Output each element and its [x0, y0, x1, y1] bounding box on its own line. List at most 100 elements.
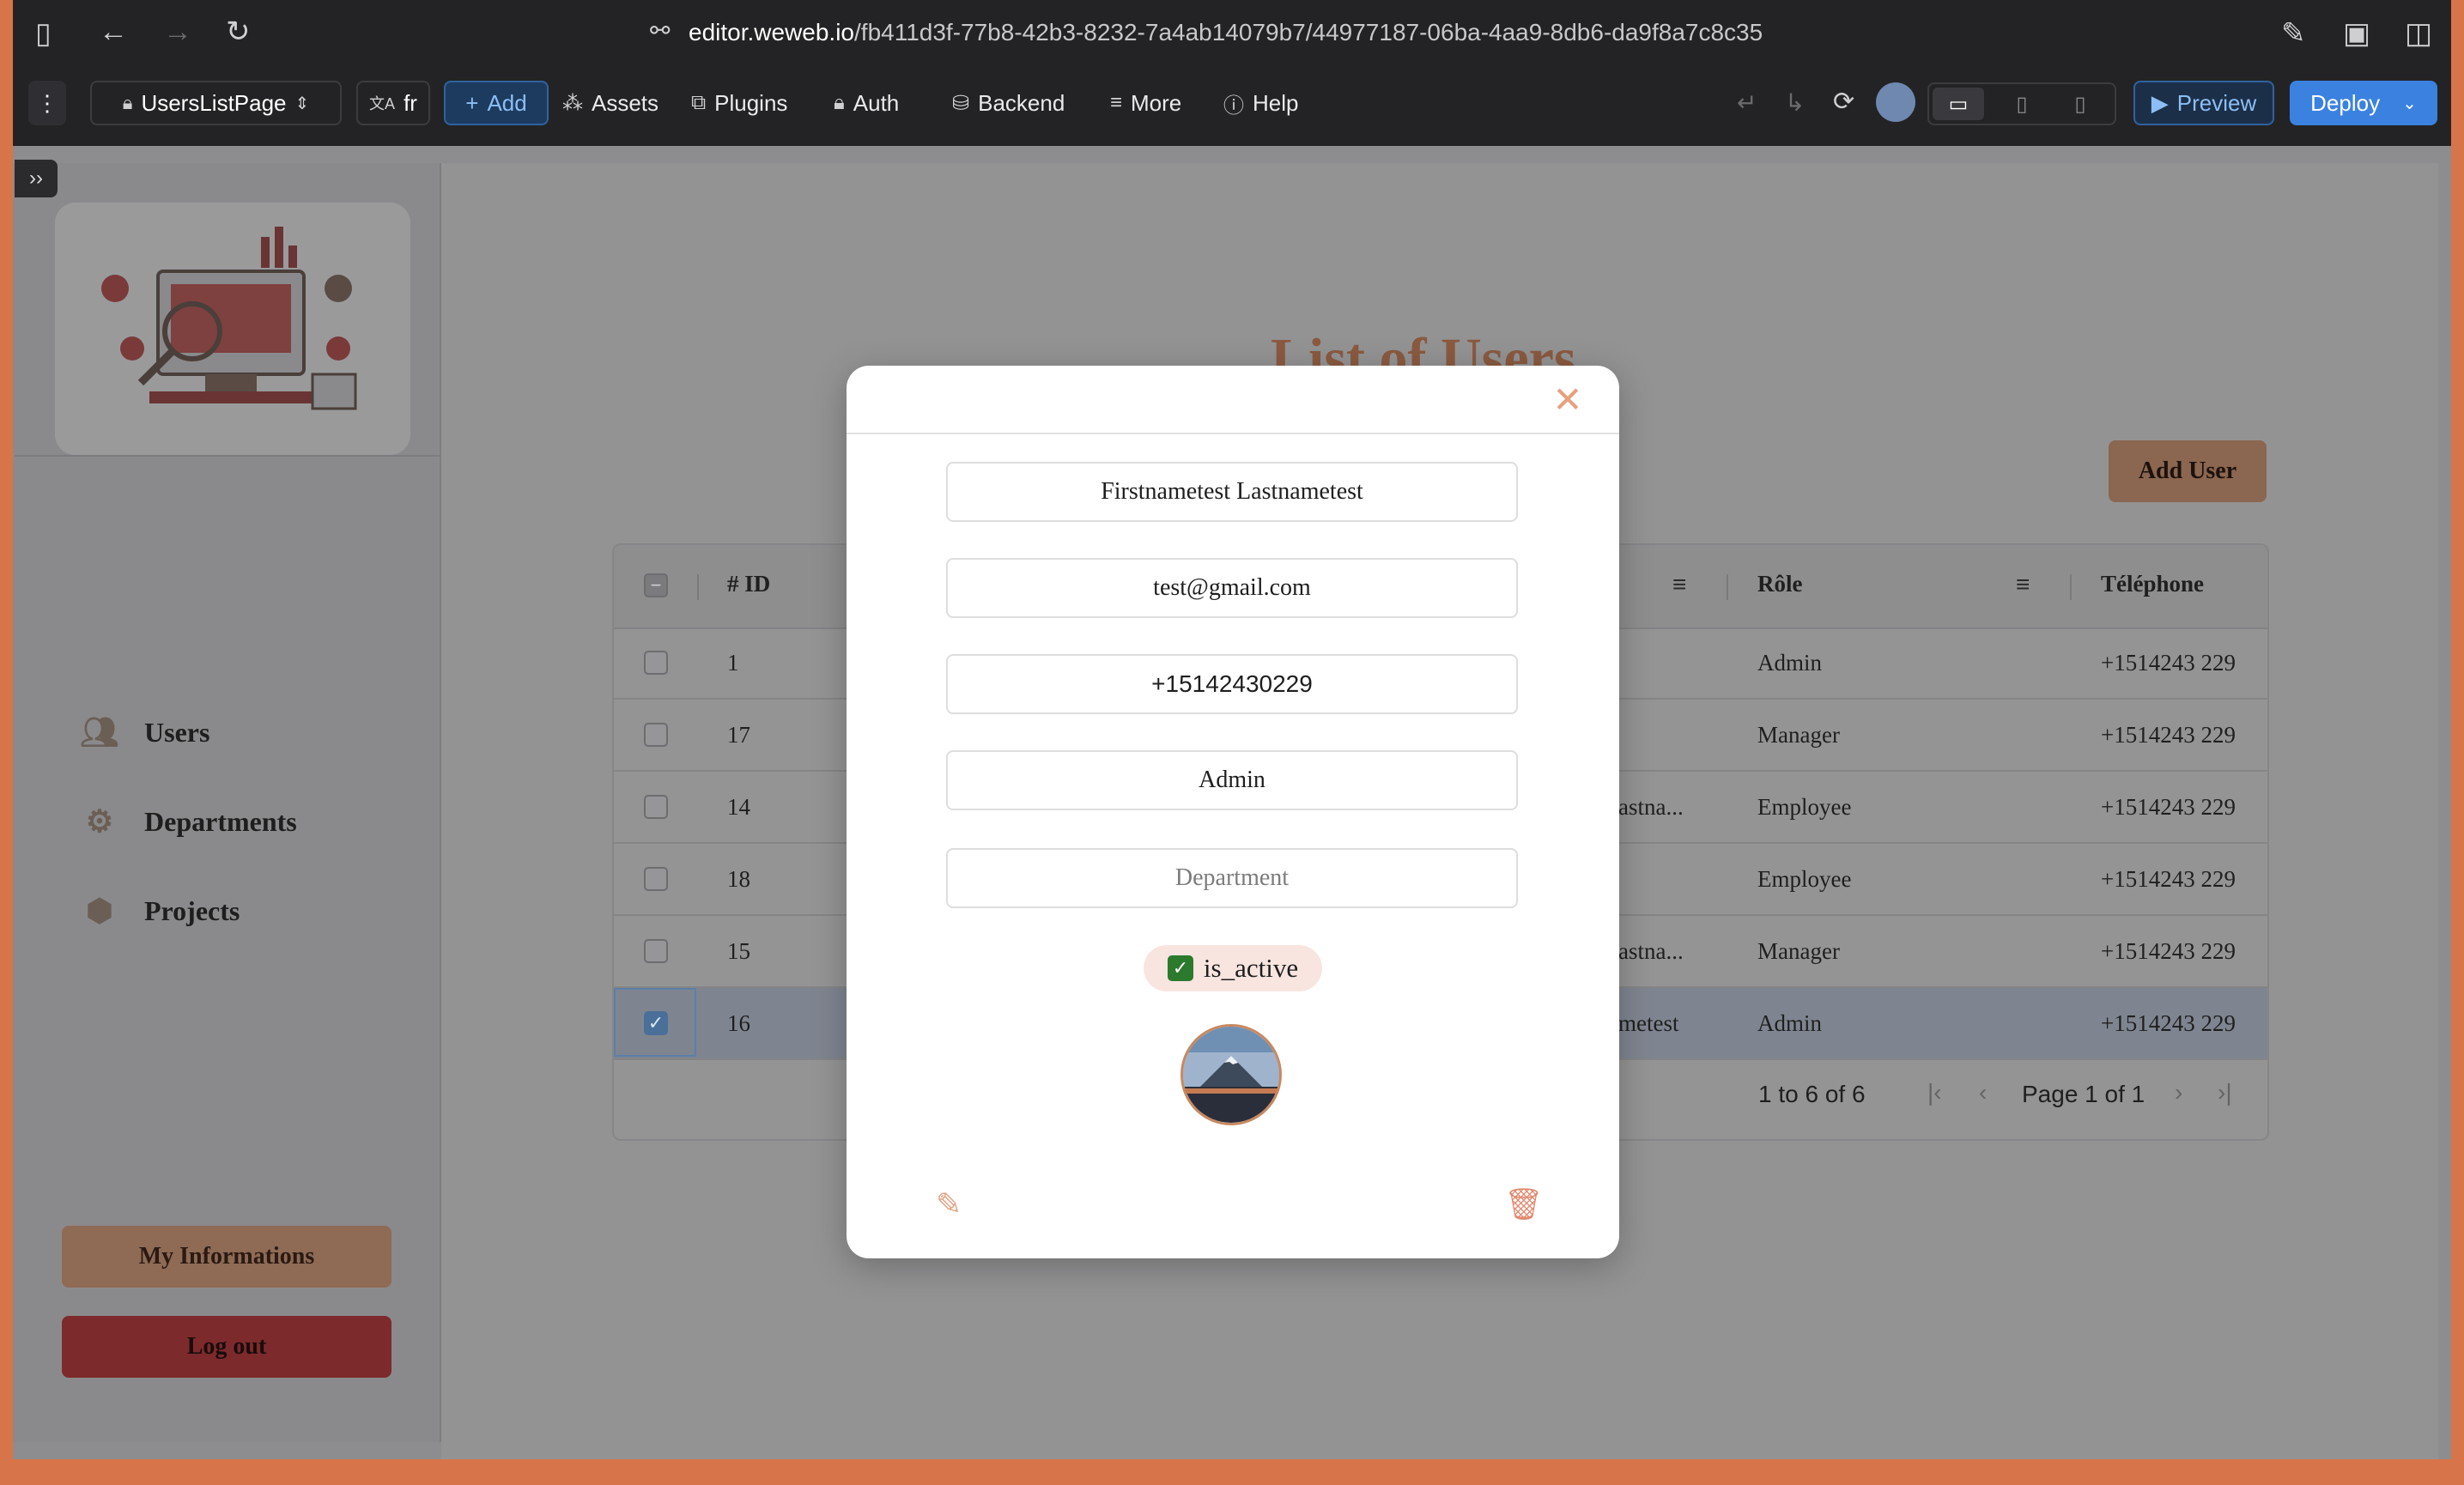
- plugin-icon: ⧉: [691, 91, 707, 114]
- url-text[interactable]: editor.weweb.io/fb411d3f-77b8-42b3-8232-…: [689, 19, 1763, 46]
- redo-icon[interactable]: ↳: [1785, 91, 1805, 115]
- column-header-id[interactable]: # ID: [727, 571, 770, 597]
- row-checkbox[interactable]: [644, 939, 668, 963]
- cell-id: 1: [727, 650, 739, 676]
- database-icon: ⛁: [952, 91, 970, 115]
- assets-label: Assets: [592, 89, 659, 116]
- select-all-checkbox[interactable]: −: [644, 573, 668, 597]
- preview-button[interactable]: ▶ Preview: [2133, 81, 2274, 125]
- app-logo: [55, 203, 410, 455]
- add-user-button[interactable]: Add User: [2109, 440, 2267, 502]
- browser-chrome: ▯ ← → ↻ ⚯ editor.weweb.io/fb411d3f-77b8-…: [13, 0, 2451, 146]
- sidebar-toggle-icon[interactable]: ▯: [35, 19, 52, 48]
- play-icon: ▶: [2151, 89, 2169, 116]
- first-page-icon[interactable]: |‹: [1927, 1079, 1942, 1106]
- modal-header: ✕: [847, 366, 1619, 434]
- add-button[interactable]: + Add: [444, 81, 549, 125]
- help-button[interactable]: ⓘ Help: [1223, 84, 1298, 122]
- undo-icon[interactable]: ↵: [1737, 91, 1757, 115]
- chevron-down-icon[interactable]: ⌄: [2402, 93, 2417, 114]
- email-value: test@gmail.com: [1153, 574, 1311, 601]
- logout-button[interactable]: Log out: [62, 1316, 391, 1378]
- column-header-role[interactable]: Rôle: [1757, 571, 1802, 597]
- cell-role: Manager: [1757, 938, 1840, 964]
- filter-icon[interactable]: ≡: [2016, 571, 2030, 598]
- add-label: Add: [487, 89, 527, 116]
- edit-icon[interactable]: ✎: [936, 1186, 962, 1222]
- users-icon: 👥︎: [80, 715, 119, 749]
- help-icon: ⓘ: [1223, 94, 1244, 118]
- phone-field[interactable]: +15142430229: [946, 654, 1518, 714]
- preview-label: Preview: [2176, 89, 2257, 116]
- back-icon[interactable]: ←: [99, 17, 128, 46]
- expand-panel-icon[interactable]: ››: [15, 160, 58, 197]
- role-field[interactable]: Admin: [946, 750, 1518, 810]
- sidebar-item-projects[interactable]: ⬢ Projects: [76, 893, 240, 929]
- cell-phone: +1514243 229: [2101, 1010, 2236, 1036]
- assets-button[interactable]: ⁂ Assets: [562, 84, 658, 122]
- split-view-icon[interactable]: ◫: [2405, 19, 2432, 48]
- prev-page-icon[interactable]: ‹: [1979, 1079, 1987, 1106]
- tablet-icon[interactable]: ▯: [1996, 88, 2048, 120]
- deploy-button[interactable]: Deploy ⌄: [2290, 81, 2437, 125]
- cell-phone: +1514243 229: [2101, 794, 2236, 820]
- more-button[interactable]: ≡ More: [1110, 84, 1181, 122]
- auth-label: Auth: [853, 89, 900, 116]
- trash-icon[interactable]: 🗑︎: [1504, 1186, 1544, 1222]
- link-icon: ⚯: [650, 17, 671, 44]
- sidebar-item-users[interactable]: 👥︎ Users: [76, 714, 209, 750]
- cell-phone: +1514243 229: [2101, 866, 2236, 892]
- column-header-phone[interactable]: Téléphone: [2101, 571, 2204, 597]
- eyedropper-icon[interactable]: ✎: [2281, 19, 2306, 48]
- desktop-icon[interactable]: ▭: [1933, 88, 1984, 120]
- row-checkbox[interactable]: [644, 651, 668, 675]
- department-field[interactable]: Department: [946, 848, 1518, 908]
- more-label: More: [1131, 89, 1182, 116]
- avatar[interactable]: [1876, 82, 1915, 122]
- sidebar-item-label: Projects: [144, 894, 240, 926]
- row-checkbox[interactable]: ✓: [644, 1011, 668, 1035]
- sidebar-item-departments[interactable]: ⚙ Departments: [76, 803, 297, 839]
- row-checkbox[interactable]: [644, 723, 668, 747]
- auth-button[interactable]: 🔒︎ Auth: [834, 84, 899, 122]
- user-avatar[interactable]: [1180, 1024, 1282, 1125]
- department-placeholder: Department: [1174, 864, 1290, 891]
- close-icon[interactable]: ✕: [1549, 381, 1587, 419]
- checkbox-checked-icon[interactable]: ✓: [1167, 955, 1193, 981]
- language-selector[interactable]: 文A fr: [356, 81, 430, 125]
- language-label: fr: [404, 89, 417, 116]
- my-informations-button[interactable]: My Informations: [62, 1226, 391, 1288]
- cell-id: 14: [727, 794, 750, 820]
- backend-button[interactable]: ⛁ Backend: [952, 84, 1065, 122]
- role-value: Admin: [1199, 767, 1265, 793]
- settings-sliders-icon[interactable]: ▣: [2343, 19, 2370, 48]
- full-name-field[interactable]: Firstnametest Lastnametest: [946, 462, 1518, 522]
- is-active-toggle[interactable]: ✓ is_active: [1144, 945, 1322, 991]
- kebab-icon: ⋮: [36, 89, 58, 116]
- reload-icon[interactable]: ↻: [226, 17, 251, 46]
- plugins-label: Plugins: [714, 89, 788, 116]
- cell-role: Admin: [1757, 1010, 1823, 1036]
- deploy-label: Deploy: [2310, 89, 2381, 116]
- refresh-icon[interactable]: ⟳: [1833, 89, 1854, 115]
- kebab-menu-button[interactable]: ⋮: [28, 81, 66, 125]
- cell-phone: +1514243 229: [2101, 722, 2236, 748]
- forward-icon[interactable]: →: [163, 17, 192, 46]
- cell-role: Manager: [1757, 722, 1840, 748]
- cell-role: Employee: [1757, 866, 1852, 892]
- page-selector[interactable]: 🔒︎ UsersListPage ⇕: [90, 81, 342, 125]
- gears-icon: ⚙: [85, 804, 114, 839]
- help-label: Help: [1253, 89, 1299, 116]
- full-name-value: Firstnametest Lastnametest: [1101, 478, 1363, 505]
- boxes-icon: ⬢: [86, 894, 113, 928]
- email-field[interactable]: test@gmail.com: [946, 558, 1518, 618]
- next-page-icon[interactable]: ›: [2175, 1079, 2182, 1106]
- row-checkbox[interactable]: [644, 867, 668, 891]
- filter-icon[interactable]: ≡: [1672, 571, 1686, 598]
- sidebar-item-label: Users: [144, 716, 210, 748]
- row-checkbox[interactable]: [644, 795, 668, 819]
- user-details-modal: ✕ Firstnametest Lastnametest test@gmail.…: [847, 366, 1619, 1258]
- mobile-icon[interactable]: ▯: [2054, 88, 2106, 120]
- plugins-button[interactable]: ⧉ Plugins: [691, 84, 787, 122]
- last-page-icon[interactable]: ›|: [2218, 1079, 2232, 1106]
